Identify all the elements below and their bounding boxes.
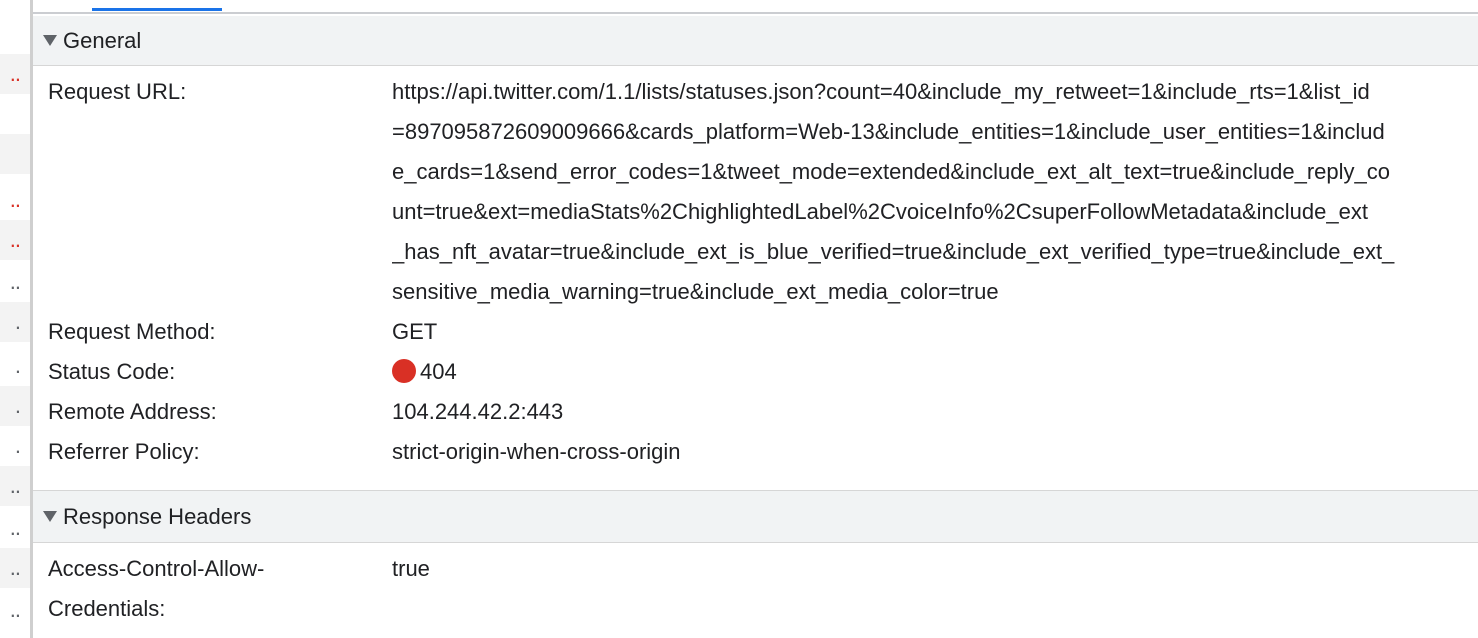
request-url-line: e_cards=1&send_error_codes=1&tweet_mode=… [392,159,1391,184]
active-tab-indicator[interactable] [92,8,222,11]
request-row[interactable]: .. [0,220,30,260]
response-headers-section-title: Response Headers [63,503,252,529]
response-header-name-line: Credentials: [48,596,166,621]
request-row[interactable]: .. [0,590,30,630]
general-section-header[interactable]: General [33,16,1478,66]
request-row-ellipsis: .. [9,61,21,86]
request-method-row: Request Method: GET [33,312,1478,352]
request-row[interactable]: .. [0,548,30,588]
referrer-policy-label: Referrer Policy: [48,439,200,464]
request-row-ellipsis: . [14,433,21,458]
triangle-down-icon[interactable] [43,511,57,522]
remote-address-value[interactable]: 104.244.42.2:443 [392,392,1478,432]
request-row[interactable]: . [0,302,30,342]
referrer-policy-row: Referrer Policy: strict-origin-when-cros… [33,432,1478,472]
request-url-row: Request URL: https://api.twitter.com/1.1… [33,72,1478,312]
status-code-label: Status Code: [48,359,176,384]
request-method-label: Request Method: [48,319,216,344]
response-headers-section-header[interactable]: Response Headers [33,490,1478,543]
request-row[interactable]: .. [0,180,30,220]
request-row-ellipsis: .. [9,269,21,294]
general-section-title: General [63,27,142,53]
request-row-ellipsis: .. [9,515,21,540]
remote-address-label: Remote Address: [48,399,217,424]
request-row[interactable]: .. [0,262,30,302]
details-tab-strip [33,0,1478,14]
response-header-name: Access-Control-Allow- Credentials: [48,549,368,629]
request-list-strip: .. .. .. .. . . . . .. .. .. .. [0,0,30,638]
request-method-value[interactable]: GET [392,312,1478,352]
request-row-ellipsis: .. [9,555,21,580]
request-row[interactable] [0,94,30,134]
request-url-label: Request URL: [48,79,187,104]
request-url-value[interactable]: https://api.twitter.com/1.1/lists/status… [392,72,1478,312]
response-header-value[interactable]: true [392,549,1478,589]
response-header-row: Access-Control-Allow- Credentials: true [33,549,1478,629]
status-dot-icon [392,359,416,383]
remote-address-row: Remote Address: 104.244.42.2:443 [33,392,1478,432]
referrer-policy-value[interactable]: strict-origin-when-cross-origin [392,432,1478,472]
request-row[interactable]: . [0,346,30,386]
request-row[interactable]: .. [0,466,30,506]
status-code-value[interactable]: 404 [392,352,1478,392]
response-header-name-line: Access-Control-Allow- [48,556,265,581]
request-row-ellipsis: .. [9,227,21,252]
status-code-row: Status Code: 404 [33,352,1478,392]
headers-panel: General Request URL: https://api.twitter… [33,14,1478,638]
request-row-ellipsis: .. [9,473,21,498]
request-url-line: sensitive_media_warning=true&include_ext… [392,279,999,304]
request-row[interactable]: .. [0,508,30,548]
request-url-line: https://api.twitter.com/1.1/lists/status… [392,79,1370,104]
request-row[interactable] [0,134,30,174]
request-row[interactable]: .. [0,54,30,94]
request-row-ellipsis: . [14,353,21,378]
request-row-ellipsis: . [14,309,21,334]
request-url-line: unt=true&ext=mediaStats%2ChighlightedLab… [392,199,1368,224]
request-row-ellipsis: .. [9,597,21,622]
request-url-line: =897095872609009666&cards_platform=Web-1… [392,119,1385,144]
request-row-ellipsis: . [14,393,21,418]
request-row[interactable]: . [0,426,30,466]
status-code-text: 404 [420,359,457,384]
request-row-ellipsis: .. [9,187,21,212]
request-row[interactable]: . [0,386,30,426]
triangle-down-icon[interactable] [43,35,57,46]
request-url-line: _has_nft_avatar=true&include_ext_is_blue… [392,239,1395,264]
